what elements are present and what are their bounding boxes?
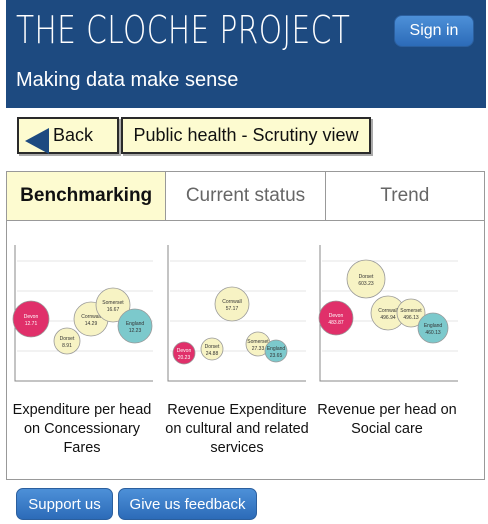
chart-title-cultural-services: Revenue Expenditure on cultural and rela… [165,402,309,456]
bubble-value-cornwall: 14.29 [85,321,98,327]
bubble-chart-1: Cornwall57.17 Devon20.23 Dorset24.88 Somers… [167,245,306,382]
tab-trend[interactable]: Trend [324,172,484,220]
bubble-label-dorset: Dorset [359,274,374,280]
tab-benchmarking[interactable]: Benchmarking [7,172,166,220]
bubble-value-dorset: 24.88 [206,351,219,357]
tab-current-status[interactable]: Current status [165,172,325,220]
bubble-label-cornwall: Cornwall [81,314,100,320]
chart-title-social-care: Revenue per head on Social care [317,402,457,437]
bubble-label-dorset: Dorset [205,344,220,350]
page-title: Public health - Scrutiny view [121,117,371,154]
bubble-label-cornwall: Cornwall [222,299,241,305]
bubble-label-england: England [126,321,145,327]
site-tagline: Making data make sense [16,69,239,91]
bubble-chart-0: Devon12.71 Cornwall14.29 Somerset16.67 Dors… [12,245,153,382]
bubble-chart-2: Dorset603.23 Devon483.87 Cornwall496.94 Som… [318,245,458,382]
view-tabs: Benchmarking Current status Trend [6,171,485,221]
bubble-value-devon: 12.71 [25,321,38,327]
support-us-button[interactable]: Support us [16,488,113,520]
bubble-value-dorset: 8.91 [62,343,72,349]
site-logo[interactable]: THE CLOCHE PROJECT [16,8,350,52]
bubble-label-somerset: Somerset [400,308,422,314]
bubble-label-somerset: Somerset [247,339,269,345]
bubble-value-somerset: 27.33 [252,346,265,352]
chart-concessionary-fares[interactable]: Devon 12.71 Cornwall 14.29 Somerset 16.67 Dors… [11,241,155,391]
bubble-value-somerset: 496.13 [403,315,419,321]
bubble-label-devon: Devon [24,314,39,320]
bubble-value-devon: 20.23 [178,355,191,361]
bubble-value-england: 23.65 [270,353,283,359]
bubble-value-cornwall: 57.17 [226,306,239,312]
back-arrow-icon [25,128,49,154]
bubble-value-england: 12.23 [129,328,142,334]
site-header: THE CLOCHE PROJECT Making data make sens… [6,0,486,108]
chart-cultural-services[interactable]: Cornwall 57.17 Devon 20.23 Dorset 24.88 Somers… [164,241,308,391]
bubble-label-dorset: Dorset [60,336,75,342]
bubble-label-england: England [267,346,286,352]
benchmarking-panel: Devon 12.71 Cornwall 14.29 Somerset 16.67 Dors… [6,221,485,480]
chart-title-concessionary-fares: Expenditure per head on Concessionary Fa… [12,402,152,456]
bubble-label-cornwall: Cornwall [378,308,397,314]
bubble-value-england: 460.13 [425,330,441,336]
bubble-label-somerset: Somerset [102,300,124,306]
bubble-label-devon: Devon [329,313,344,319]
give-feedback-button[interactable]: Give us feedback [118,488,257,520]
bubble-value-devon: 483.87 [328,320,344,326]
bubble-value-dorset: 603.23 [358,281,374,287]
bubble-label-england: England [424,323,443,329]
back-button[interactable]: Back [17,117,119,154]
bubble-value-somerset: 16.67 [107,307,120,313]
bubble-label-devon: Devon [177,348,192,354]
bubble-value-cornwall: 496.94 [380,315,396,321]
sign-in-button[interactable]: Sign in [394,15,474,47]
chart-social-care[interactable]: Dorset 603.23 Devon 483.87 Cornwall 496.94 Som… [316,241,460,391]
back-button-label: Back [53,125,94,145]
